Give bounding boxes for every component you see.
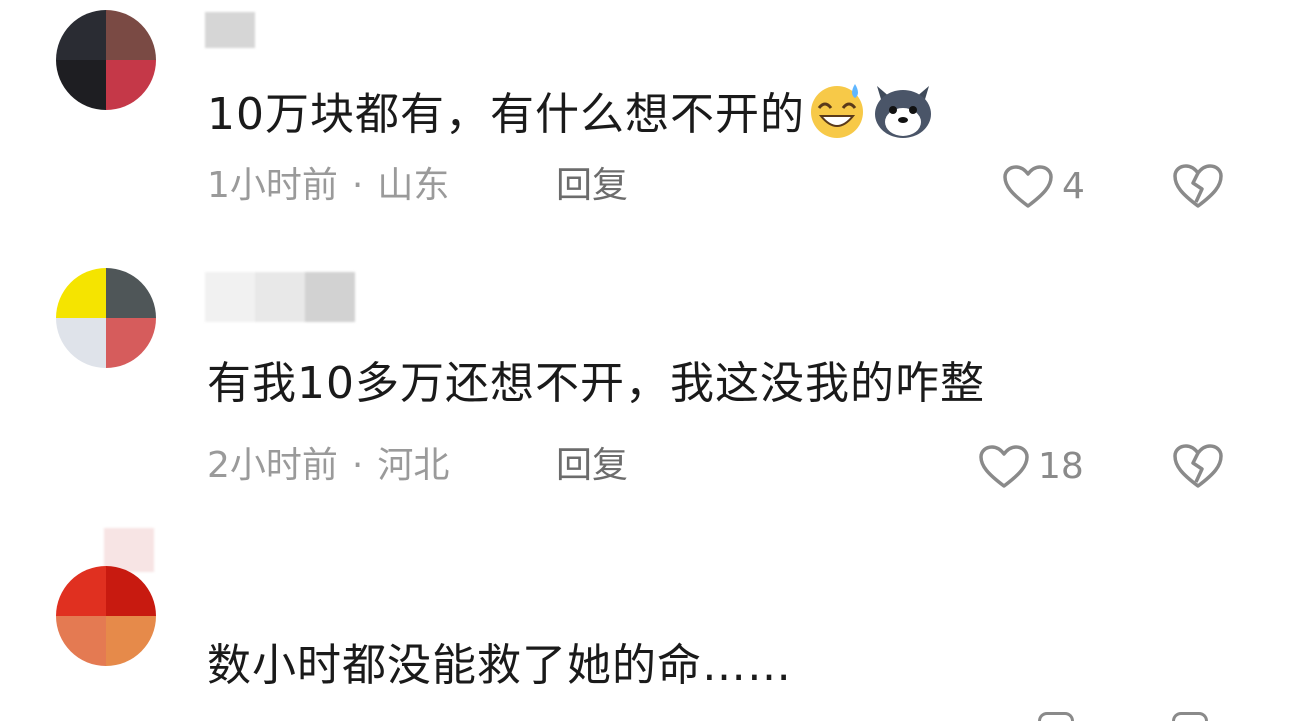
comment-text: 数小时都没能救了她的命…… bbox=[207, 640, 792, 691]
comment-location: 山东 bbox=[377, 165, 450, 206]
heart-outline-icon bbox=[979, 445, 1029, 488]
broken-heart-icon bbox=[1173, 164, 1223, 208]
like-count: 4 bbox=[1062, 166, 1085, 207]
comment-meta: 2小时前 · 河北 bbox=[207, 444, 449, 488]
next-item-partial bbox=[980, 712, 1220, 721]
comment-meta: 1小时前 · 山东 bbox=[207, 164, 449, 208]
like-count: 18 bbox=[1038, 446, 1084, 487]
heart-outline-icon bbox=[1003, 165, 1053, 208]
meta-separator: · bbox=[351, 445, 364, 486]
like-button[interactable]: 18 bbox=[978, 444, 1084, 490]
dislike-button[interactable] bbox=[1172, 162, 1224, 214]
sweat-smile-emoji bbox=[805, 78, 869, 156]
dislike-button[interactable] bbox=[1172, 442, 1224, 494]
broken-heart-icon bbox=[1173, 444, 1223, 488]
reply-button[interactable]: 回复 bbox=[556, 164, 628, 208]
avatar[interactable] bbox=[56, 566, 156, 666]
meta-separator: · bbox=[351, 165, 364, 206]
comment-time: 2小时前 bbox=[207, 445, 338, 486]
avatar[interactable] bbox=[56, 10, 156, 110]
husky-dog-emoji bbox=[869, 78, 937, 156]
comment-text: 有我10多万还想不开，我这没我的咋整 bbox=[207, 358, 985, 409]
comment-text: 10万块都有，有什么想不开的 bbox=[207, 78, 937, 156]
avatar[interactable] bbox=[56, 268, 156, 368]
comment-time: 1小时前 bbox=[207, 165, 338, 206]
like-button[interactable]: 4 bbox=[1002, 164, 1085, 210]
comment-text-content: 10万块都有，有什么想不开的 bbox=[207, 89, 805, 140]
username-blurred[interactable] bbox=[205, 272, 355, 322]
comment-location: 河北 bbox=[377, 445, 450, 486]
username-blurred[interactable] bbox=[205, 12, 255, 48]
reply-button[interactable]: 回复 bbox=[556, 444, 628, 488]
